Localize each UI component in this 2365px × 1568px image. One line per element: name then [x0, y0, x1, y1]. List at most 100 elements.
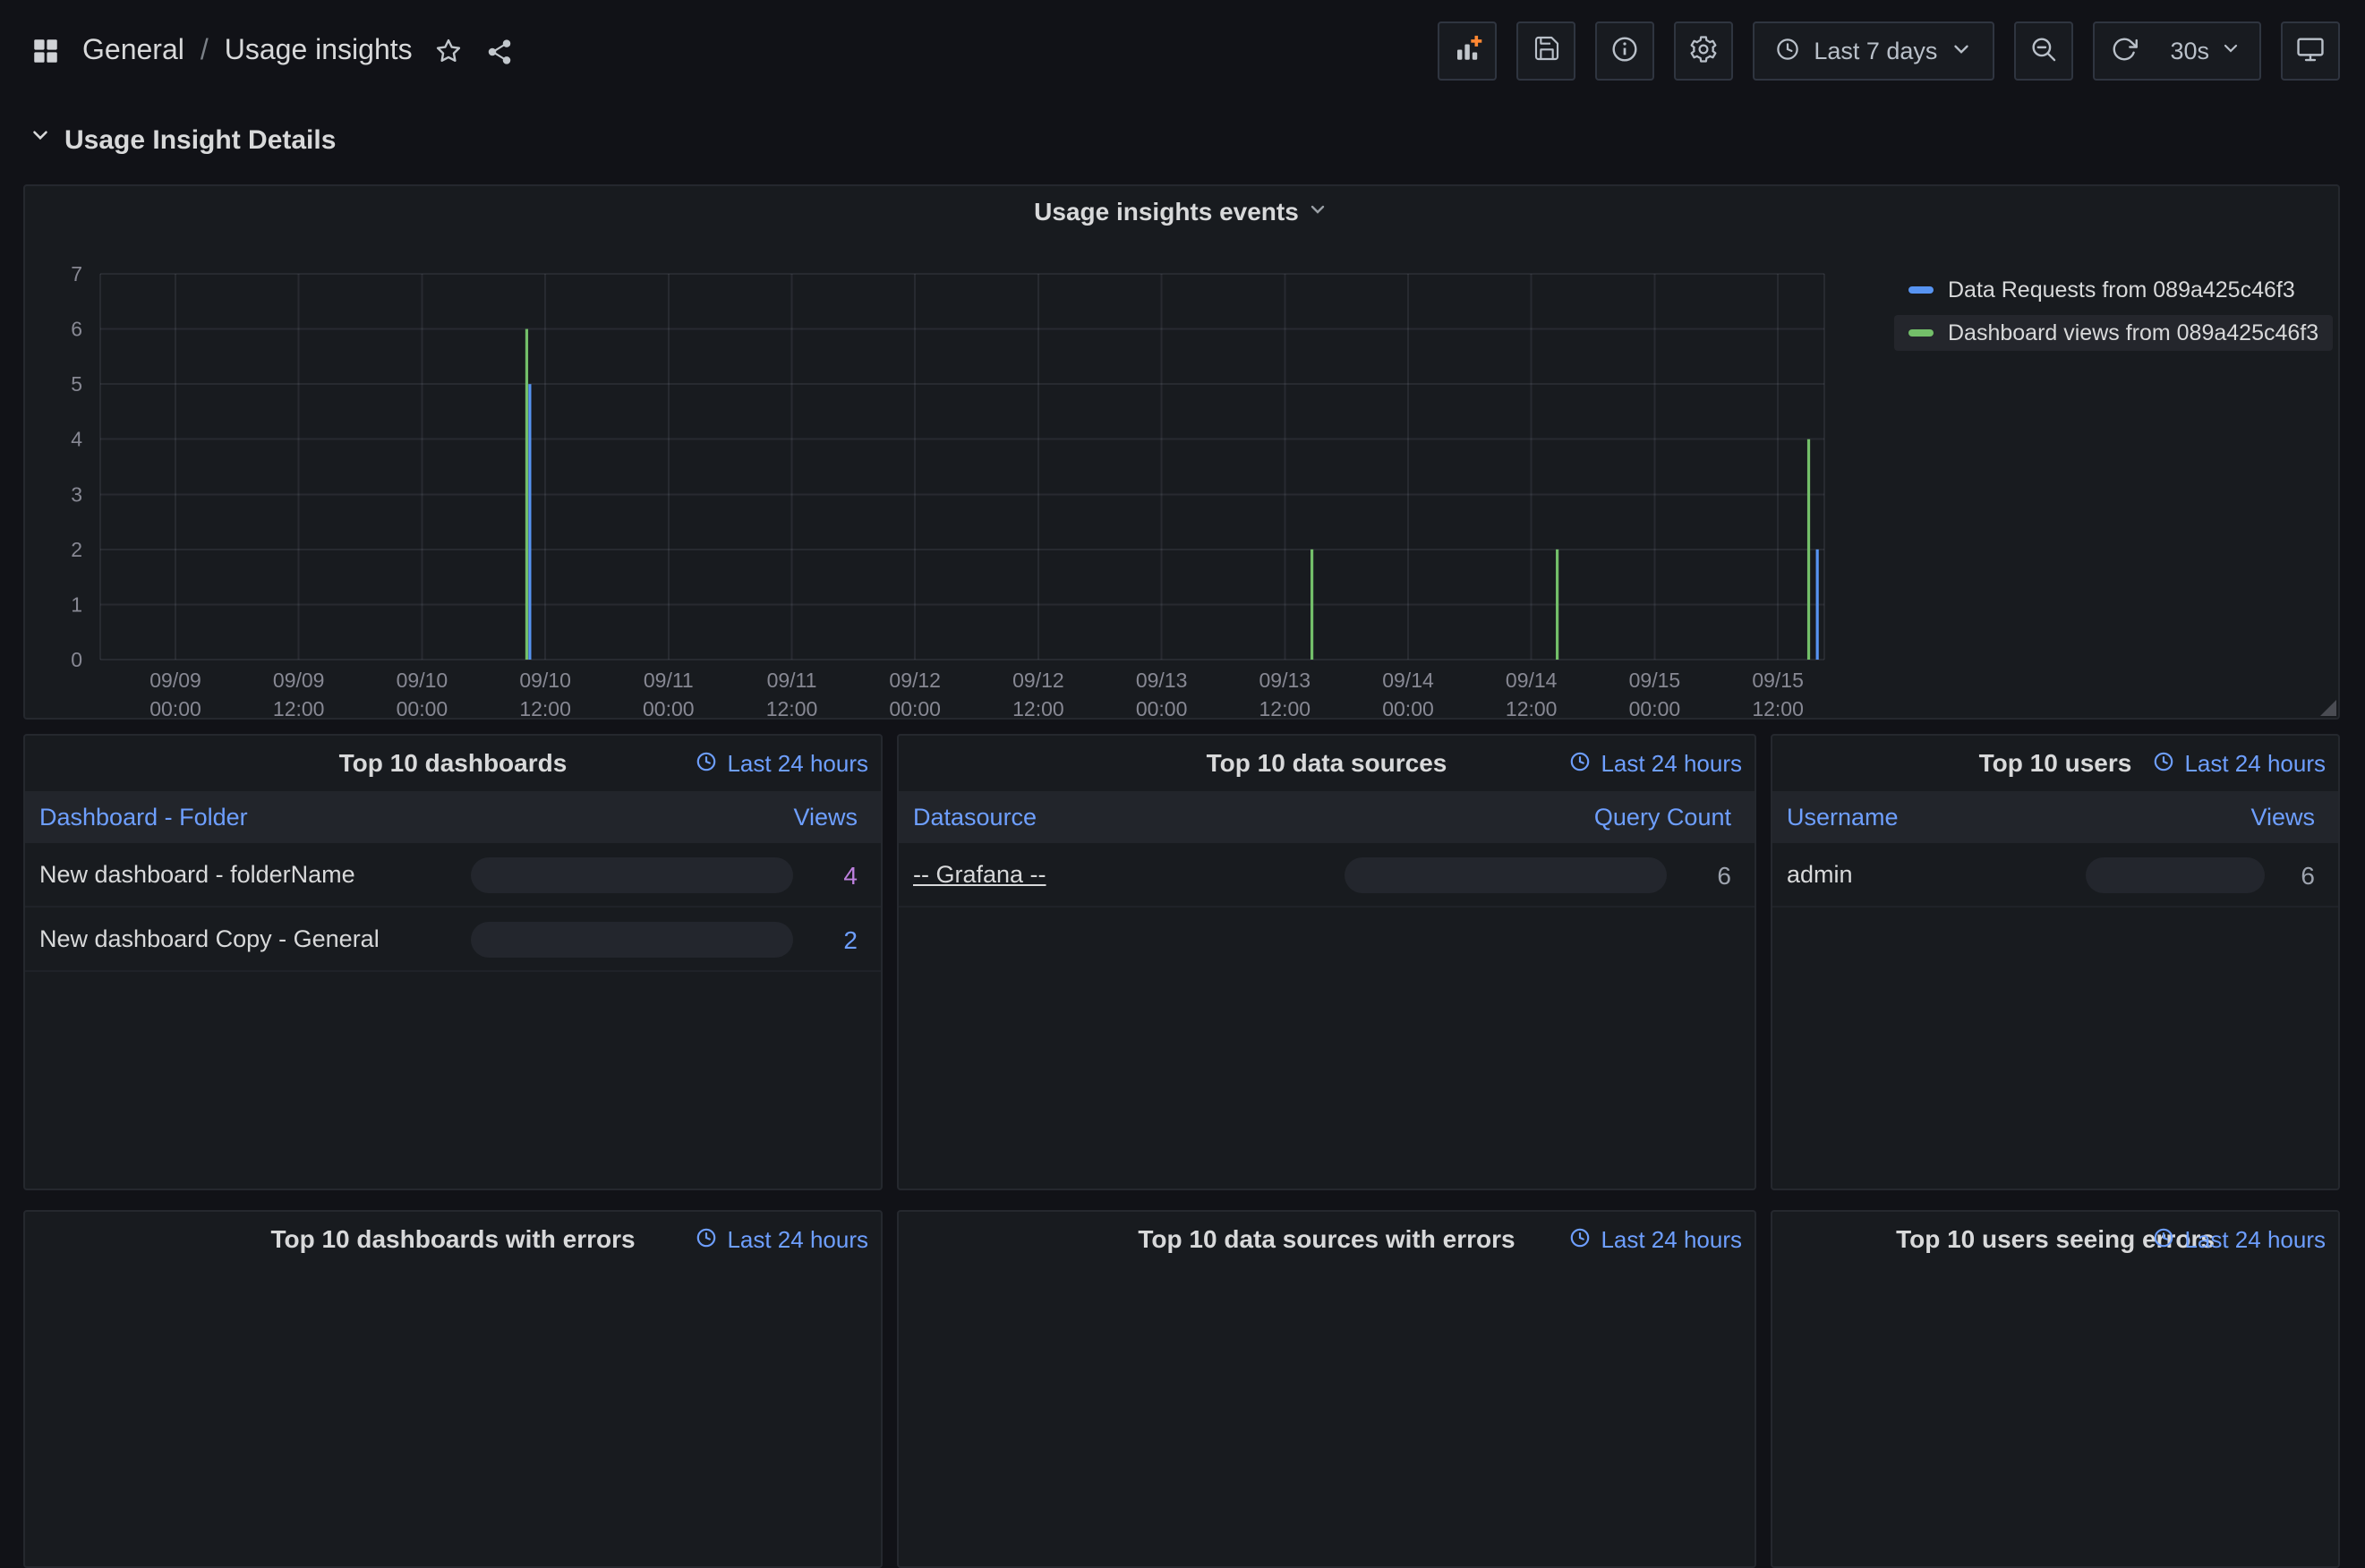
- svg-text:09/11: 09/11: [644, 669, 694, 692]
- svg-text:00:00: 00:00: [149, 697, 201, 720]
- svg-text:09/13: 09/13: [1136, 669, 1188, 692]
- panel-header: Top 10 dashboards Last 24 hours: [25, 736, 881, 791]
- clock-icon: [695, 1225, 718, 1254]
- panel-header: Top 10 users Last 24 hours: [1772, 736, 2338, 791]
- legend-label: Data Requests from 089a425c46f3: [1948, 277, 2295, 303]
- panel-top-dashboards-with-errors: Top 10 dashboards with errors Last 24 ho…: [23, 1210, 883, 1568]
- table-header: Dashboard - Folder Views: [25, 791, 881, 843]
- time-range-label: Last 7 days: [1814, 38, 1938, 64]
- bar-gauge-cell: 6: [2086, 856, 2338, 892]
- gear-icon: [1688, 33, 1719, 69]
- dashboard-settings-button[interactable]: [1674, 21, 1734, 81]
- svg-text:00:00: 00:00: [1382, 697, 1434, 720]
- bar-gauge-cell: 4: [471, 856, 881, 892]
- time-badge-label: Last 24 hours: [727, 750, 868, 777]
- svg-text:09/13: 09/13: [1259, 669, 1311, 692]
- svg-text:09/10: 09/10: [519, 669, 571, 692]
- chevron-down-icon: [29, 124, 52, 156]
- clock-icon: [2152, 1225, 2175, 1254]
- svg-text:00:00: 00:00: [1136, 697, 1188, 720]
- navbar-right: Last 7 days 30s: [1438, 21, 2340, 81]
- column-header[interactable]: Views: [793, 804, 881, 831]
- svg-text:09/15: 09/15: [1629, 669, 1681, 692]
- legend-label: Dashboard views from 089a425c46f3: [1948, 320, 2319, 345]
- time-range-picker[interactable]: Last 7 days: [1753, 21, 1995, 81]
- zoom-out-icon: [2028, 33, 2059, 69]
- breadcrumb-page[interactable]: Usage insights: [225, 35, 413, 67]
- dashboard-info-button[interactable]: [1595, 21, 1655, 81]
- panel-header: Top 10 users seeing errors Last 24 hours: [1772, 1212, 2338, 1267]
- svg-text:4: 4: [71, 428, 82, 451]
- svg-text:09/15: 09/15: [1752, 669, 1804, 692]
- dashboards-grid-icon[interactable]: [30, 36, 61, 66]
- table-header: Username Views: [1772, 791, 2338, 843]
- panel-time-badge: Last 24 hours: [695, 736, 868, 791]
- panel-time-badge: Last 24 hours: [695, 1212, 868, 1267]
- kiosk-mode-button[interactable]: [2281, 21, 2340, 81]
- dashboard-link[interactable]: New dashboard Copy - General: [25, 925, 471, 952]
- svg-text:5: 5: [71, 372, 82, 396]
- username-cell: admin: [1787, 861, 1853, 888]
- svg-text:09/12: 09/12: [889, 669, 941, 692]
- panel-time-badge: Last 24 hours: [2152, 1212, 2326, 1267]
- bar-gauge-track: [1345, 856, 1667, 892]
- column-header[interactable]: Dashboard - Folder: [25, 804, 248, 831]
- add-panel-icon: [1451, 32, 1483, 70]
- svg-text:12:00: 12:00: [766, 697, 818, 720]
- panel-top-data-sources-with-errors: Top 10 data sources with errors Last 24 …: [897, 1210, 1756, 1568]
- panel-top-dashboards: Top 10 dashboards Last 24 hours Dashboar…: [23, 734, 883, 1190]
- svg-text:12:00: 12:00: [1259, 697, 1311, 720]
- table-row: -- Grafana -- 6: [899, 843, 1755, 908]
- bar-gauge-cell: 6: [1345, 856, 1755, 892]
- breadcrumb-folder[interactable]: General: [82, 35, 184, 67]
- favorite-star-icon[interactable]: [434, 36, 465, 66]
- column-header[interactable]: Views: [2250, 804, 2338, 831]
- panel-header: Top 10 dashboards with errors Last 24 ho…: [25, 1212, 881, 1267]
- zoom-out-button[interactable]: [2014, 21, 2074, 81]
- table-header: Datasource Query Count: [899, 791, 1755, 843]
- svg-text:12:00: 12:00: [1752, 697, 1804, 720]
- column-header[interactable]: Username: [1772, 804, 1899, 831]
- legend-item-dashboard-views[interactable]: Dashboard views from 089a425c46f3: [1894, 315, 2334, 351]
- share-icon[interactable]: [486, 37, 515, 65]
- time-badge-label: Last 24 hours: [2184, 750, 2326, 777]
- svg-text:00:00: 00:00: [397, 697, 448, 720]
- svg-text:09/09: 09/09: [149, 669, 201, 692]
- column-header[interactable]: Datasource: [899, 804, 1037, 831]
- bar-gauge-track: [2086, 856, 2265, 892]
- svg-text:00:00: 00:00: [1629, 697, 1681, 720]
- breadcrumb-separator: /: [200, 35, 209, 65]
- bar-gauge-cell: 2: [471, 921, 881, 957]
- panel-resize-handle[interactable]: [2320, 700, 2336, 716]
- panel-title: Usage insights events: [1034, 197, 1299, 226]
- monitor-icon: [2295, 33, 2326, 69]
- clock-icon: [2152, 749, 2175, 778]
- chevron-down-icon: [2220, 38, 2241, 64]
- clock-icon: [1568, 749, 1592, 778]
- chart-legend: Data Requests from 089a425c46f3 Dashboar…: [1894, 272, 2334, 351]
- dashboard-link[interactable]: New dashboard - folderName: [25, 861, 471, 888]
- panel-top-users-seeing-errors: Top 10 users seeing errors Last 24 hours: [1771, 1210, 2340, 1568]
- add-panel-button[interactable]: [1438, 21, 1498, 81]
- legend-swatch-icon: [1908, 286, 1934, 294]
- chevron-down-icon: [1950, 37, 1973, 65]
- refresh-icon: [2110, 35, 2138, 67]
- navbar-left: General / Usage insights: [30, 35, 515, 67]
- panel-header: Top 10 data sources with errors Last 24 …: [899, 1212, 1755, 1267]
- chevron-down-icon: [1308, 197, 1329, 226]
- refresh-button[interactable]: [2095, 23, 2152, 79]
- dashboard-viewport: General / Usage insights Last 7 days 30s…: [0, 0, 2365, 1568]
- time-badge-label: Last 24 hours: [2184, 1226, 2326, 1253]
- dashboard-row-toggle[interactable]: Usage Insight Details: [29, 124, 336, 156]
- breadcrumb: General / Usage insights: [82, 35, 413, 67]
- datasource-link[interactable]: -- Grafana --: [899, 861, 1345, 888]
- svg-text:12:00: 12:00: [519, 697, 571, 720]
- panel-title-menu[interactable]: Usage insights events: [25, 186, 2338, 236]
- cell-value: 2: [843, 925, 858, 953]
- column-header[interactable]: Query Count: [1594, 804, 1755, 831]
- legend-item-data-requests[interactable]: Data Requests from 089a425c46f3: [1894, 272, 2310, 308]
- save-dashboard-button[interactable]: [1516, 21, 1576, 81]
- refresh-interval-dropdown[interactable]: 30s: [2152, 23, 2259, 79]
- svg-text:09/10: 09/10: [397, 669, 448, 692]
- save-icon: [1532, 34, 1560, 68]
